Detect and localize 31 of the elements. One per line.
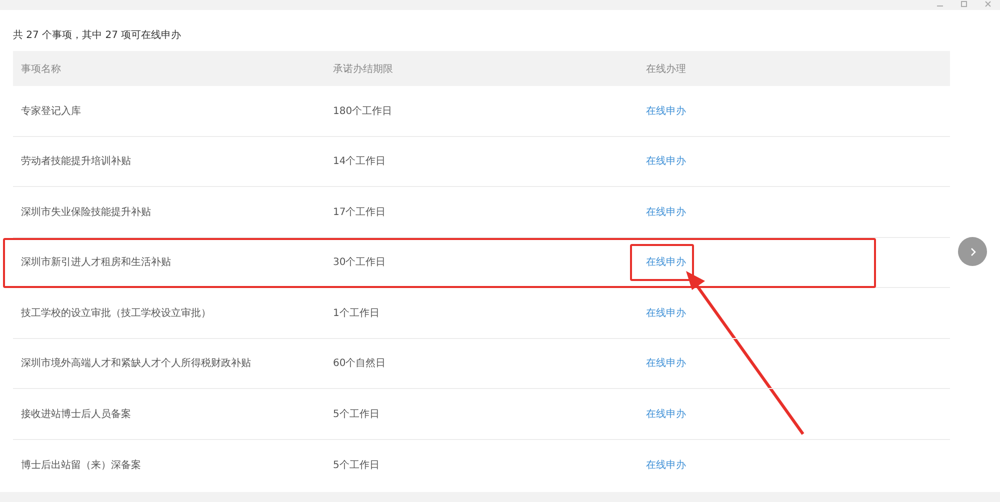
maximize-icon[interactable] <box>960 0 968 8</box>
apply-link[interactable]: 在线申办 <box>646 156 686 168</box>
column-header: 在线办理 <box>646 62 686 76</box>
next-button[interactable] <box>958 237 987 266</box>
table-cell-text: 技工学校的设立审批（技工学校设立审批） <box>20 306 212 320</box>
table-cell-text: 14个工作日 <box>333 155 387 168</box>
apply-link[interactable]: 在线申办 <box>646 358 686 370</box>
summary-text: 共 27 个事项，其中 27 项可在线申办 <box>13 29 182 43</box>
table-cell-text: 5个工作日 <box>333 458 380 472</box>
table-cell-text: 劳动者技能提升培训补贴 <box>20 154 132 168</box>
apply-link[interactable]: 在线申办 <box>646 257 686 268</box>
table-cell-text: 180个工作日 <box>333 104 394 118</box>
column-header: 事项名称 <box>20 62 62 76</box>
apply-link[interactable]: 在线申办 <box>646 408 686 420</box>
column-header: 承诺办结期限 <box>333 62 394 76</box>
table-cell-text: 深圳市失业保险技能提升补贴 <box>20 206 152 219</box>
table-cell-text: 17个工作日 <box>333 206 387 219</box>
table-cell-text: 深圳市新引进人才租房和生活补贴 <box>20 256 172 270</box>
apply-link[interactable]: 在线申办 <box>646 106 686 117</box>
table-cell-text: 深圳市境外高端人才和紧缺人才个人所得税财政补贴 <box>20 356 252 370</box>
apply-link[interactable]: 在线申办 <box>646 308 686 319</box>
table-cell-text: 5个工作日 <box>333 408 380 421</box>
apply-link[interactable]: 在线申办 <box>646 460 686 471</box>
table-cell-text: 1个工作日 <box>333 306 380 320</box>
table-cell-text: 60个自然日 <box>333 357 387 370</box>
close-icon[interactable] <box>984 0 992 8</box>
apply-link[interactable]: 在线申办 <box>646 206 686 218</box>
table-cell-text: 博士后出站留（来）深备案 <box>20 458 142 472</box>
table-cell-text: 30个工作日 <box>333 256 387 270</box>
table-cell-text: 专家登记入库 <box>20 104 82 118</box>
table-cell-text: 接收进站博士后人员备案 <box>20 408 132 421</box>
